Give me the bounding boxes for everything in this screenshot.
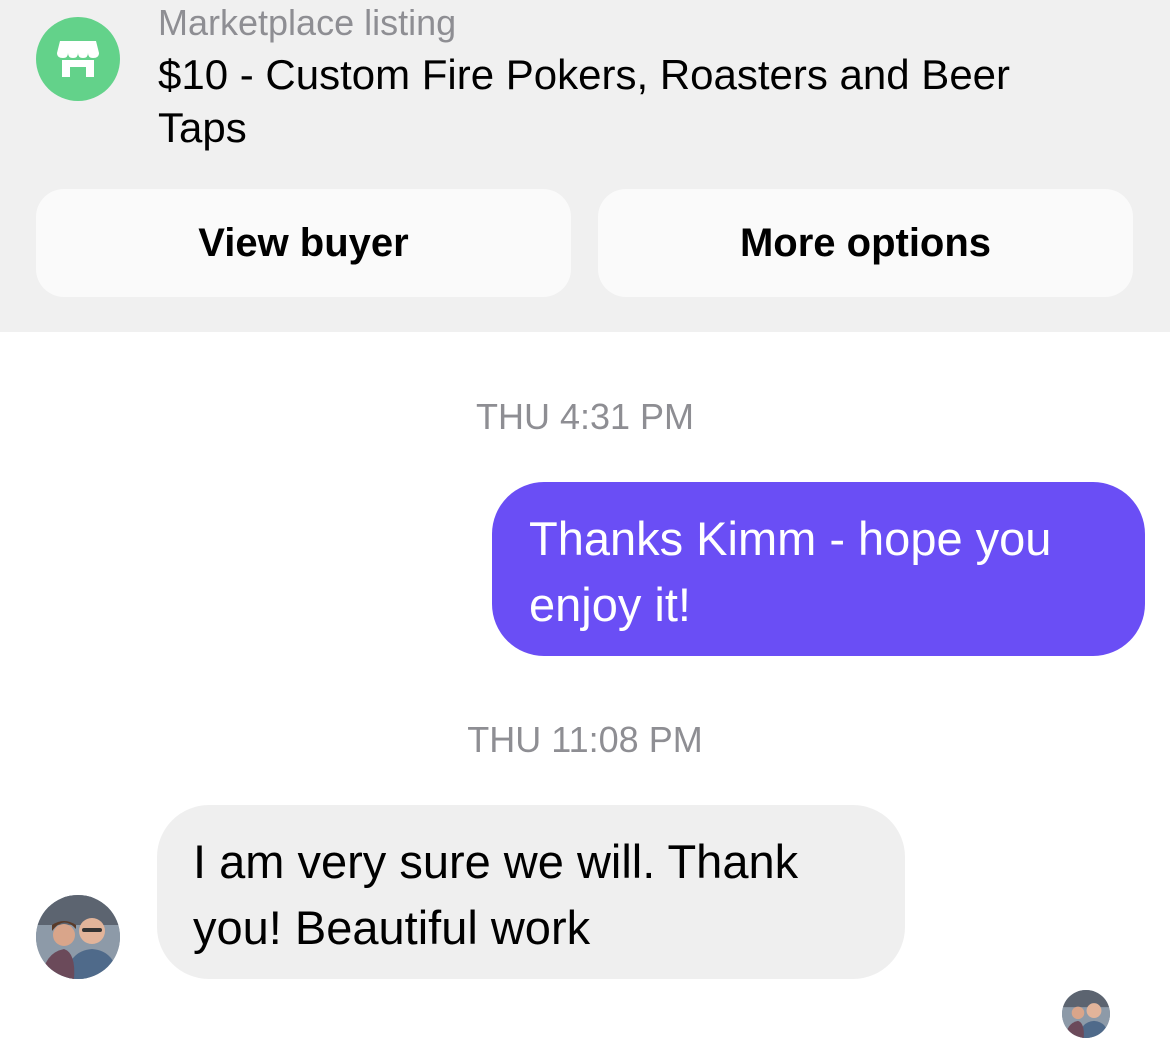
more-options-button[interactable]: More options: [598, 189, 1133, 297]
sender-avatar[interactable]: [36, 895, 120, 979]
message-timestamp: THU 11:08 PM: [467, 719, 703, 760]
marketplace-listing-header[interactable]: Marketplace listing $10 - Custom Fire Po…: [0, 0, 1170, 332]
view-buyer-button[interactable]: View buyer: [36, 189, 571, 297]
message-timestamp: THU 4:31 PM: [475, 396, 695, 437]
listing-label: Marketplace listing: [158, 2, 457, 43]
listing-title[interactable]: $10 - Custom Fire Pokers, Roasters and B…: [158, 48, 1038, 154]
marketplace-store-icon: [36, 17, 120, 101]
read-receipt-avatar: [1062, 990, 1110, 1038]
outgoing-message-bubble[interactable]: Thanks Kimm - hope you enjoy it!: [492, 482, 1145, 656]
incoming-message-bubble[interactable]: I am very sure we will. Thank you! Beaut…: [157, 805, 905, 979]
